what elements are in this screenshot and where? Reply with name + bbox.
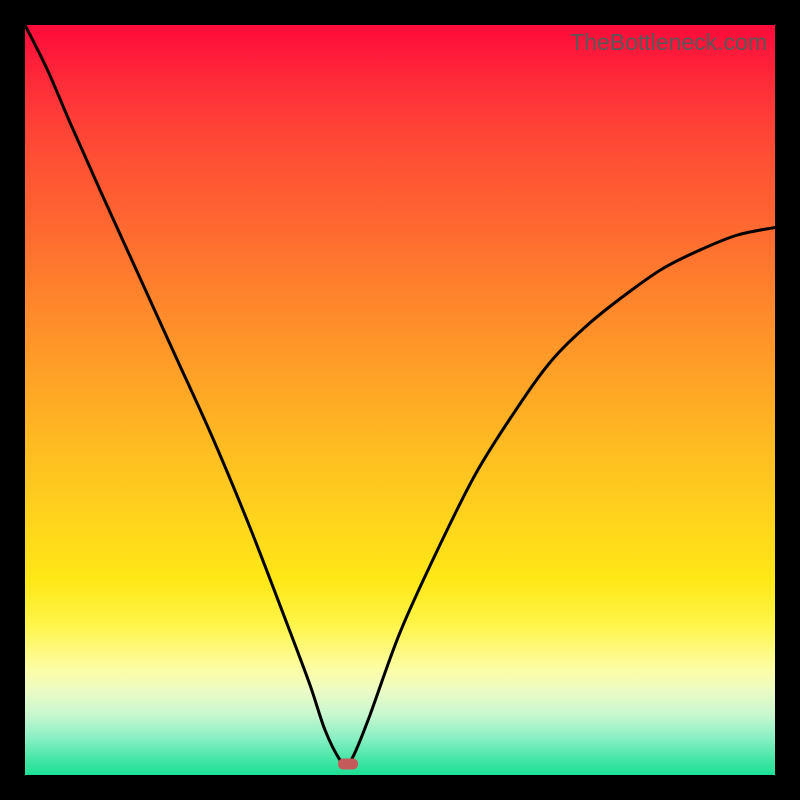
min-marker-icon [338, 758, 358, 769]
watermark-text: TheBottleneck.com [570, 29, 767, 56]
bottleneck-curve [25, 25, 775, 775]
chart-frame: TheBottleneck.com [0, 0, 800, 800]
plot-area: TheBottleneck.com [25, 25, 775, 775]
